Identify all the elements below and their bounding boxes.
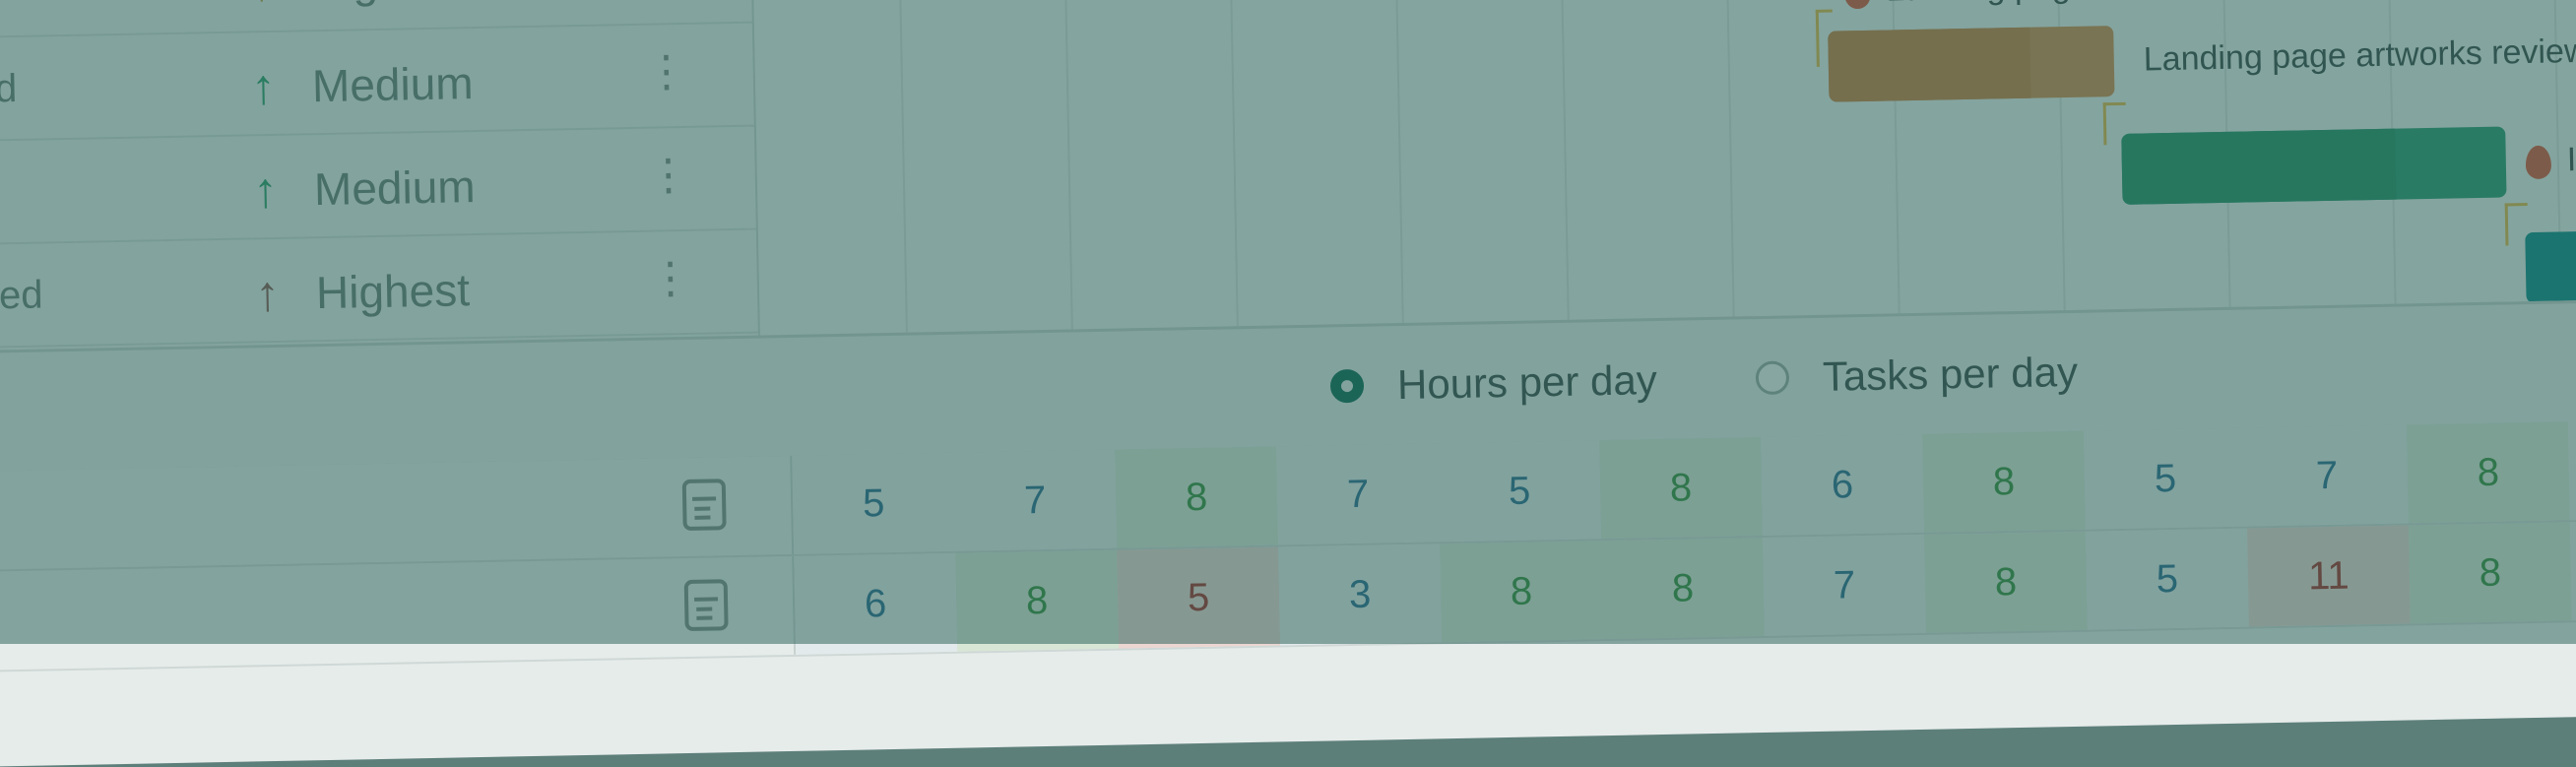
priority-label: Medium <box>313 160 477 216</box>
gantt-bar-label: Landing page artworks review <box>2143 32 2576 79</box>
calendar-icon[interactable] <box>681 479 727 532</box>
workload-cell[interactable]: 8 <box>1440 541 1603 643</box>
task-row[interactable]: ↑ Medium ⋮ <box>0 126 756 246</box>
workload-cell[interactable]: 8 <box>1922 430 2086 533</box>
task-status: d <box>0 66 18 111</box>
workload-cell[interactable]: 5 <box>1117 546 1281 649</box>
radio-selected-icon[interactable] <box>1329 368 1365 404</box>
arrow-up-icon: ↑ <box>252 161 279 219</box>
hours-per-day-radio[interactable]: Hours per day <box>1329 356 1658 410</box>
workload-cell[interactable]: 5 <box>792 452 956 554</box>
more-vertical-icon[interactable]: ⋮ <box>648 253 692 304</box>
workload-cell[interactable]: 7 <box>2244 424 2409 527</box>
workload-cell[interactable]: 7 <box>1276 443 1441 545</box>
task-row[interactable]: d ↑ Medium ⋮ <box>0 23 754 143</box>
workload-cell[interactable]: 6 <box>794 552 958 655</box>
workload-grid: 578758685785 6853887851185 <box>0 418 2576 767</box>
workload-cell[interactable]: 6 <box>1761 433 1924 537</box>
task-priority[interactable]: ↑ High <box>248 0 404 12</box>
gantt-panel: ↑ High ⋮ d ↑ Medium ⋮ ↑ Medium ⋮ ed ↑ Highes… <box>0 0 2576 352</box>
gantt-timeline: Landing page artworks Landing page artwo… <box>750 0 2576 336</box>
gantt-workload-view: ↑ High ⋮ d ↑ Medium ⋮ ↑ Medium ⋮ ed ↑ Highes… <box>0 0 2576 767</box>
task-status: ed <box>0 273 43 318</box>
workload-cell[interactable]: 8 <box>2406 421 2570 524</box>
workload-cell[interactable]: 8 <box>1599 437 1764 540</box>
workload-cell[interactable]: 5 <box>2569 519 2576 621</box>
workload-cell[interactable]: 8 <box>1924 531 2088 633</box>
more-vertical-icon[interactable]: ⋮ <box>646 150 690 201</box>
radio-unselected-icon[interactable] <box>1755 360 1790 396</box>
arrow-up-icon: ↑ <box>254 265 281 322</box>
workload-cell[interactable]: 8 <box>1115 446 1279 548</box>
gantt-bar-label: In <box>2525 141 2576 180</box>
flame-icon <box>1844 0 1871 10</box>
workload-cell[interactable]: 5 <box>1438 440 1602 543</box>
priority-label: Highest <box>315 264 471 319</box>
workload-cell[interactable]: 8 <box>2408 522 2572 624</box>
task-list: ↑ High ⋮ d ↑ Medium ⋮ ↑ Medium ⋮ ed ↑ Highes… <box>0 0 760 352</box>
workload-cell[interactable]: 5 <box>2567 418 2576 521</box>
workload-cell[interactable]: 7 <box>1763 534 1926 636</box>
workload-cell[interactable]: 5 <box>2085 528 2249 630</box>
task-priority[interactable]: ↑ Medium <box>252 158 476 219</box>
calendar-icon[interactable] <box>683 579 729 632</box>
workload-cell[interactable]: 8 <box>955 549 1120 652</box>
arrow-up-icon: ↑ <box>250 58 277 115</box>
arrow-up-icon: ↑ <box>248 0 292 12</box>
flame-icon <box>2525 145 2552 180</box>
workload-row-header <box>0 455 795 571</box>
task-priority[interactable]: ↑ Highest <box>254 261 470 322</box>
radio-label: Hours per day <box>1396 356 1658 409</box>
workload-row-header <box>0 555 797 671</box>
tasks-per-day-radio[interactable]: Tasks per day <box>1755 349 2078 402</box>
more-vertical-icon[interactable]: ⋮ <box>644 46 688 97</box>
priority-label: Medium <box>311 57 475 112</box>
workload-cell[interactable]: 3 <box>1278 543 1443 646</box>
task-priority[interactable]: ↑ Medium <box>250 54 474 115</box>
gantt-bar[interactable] <box>2121 126 2507 205</box>
gantt-bar-label: Landing page artworks <box>1844 0 2225 10</box>
workload-cell[interactable]: 5 <box>2084 427 2247 530</box>
priority-label: High <box>309 0 404 9</box>
workload-cell[interactable]: 11 <box>2246 525 2411 627</box>
gantt-bar[interactable] <box>1828 26 2115 102</box>
radio-label: Tasks per day <box>1822 348 2079 400</box>
task-row[interactable]: ed ↑ Highest ⋮ <box>0 229 758 350</box>
workload-cell[interactable]: 7 <box>953 449 1118 551</box>
workload-cell[interactable]: 8 <box>1601 538 1765 640</box>
gantt-bar[interactable] <box>2525 229 2576 304</box>
